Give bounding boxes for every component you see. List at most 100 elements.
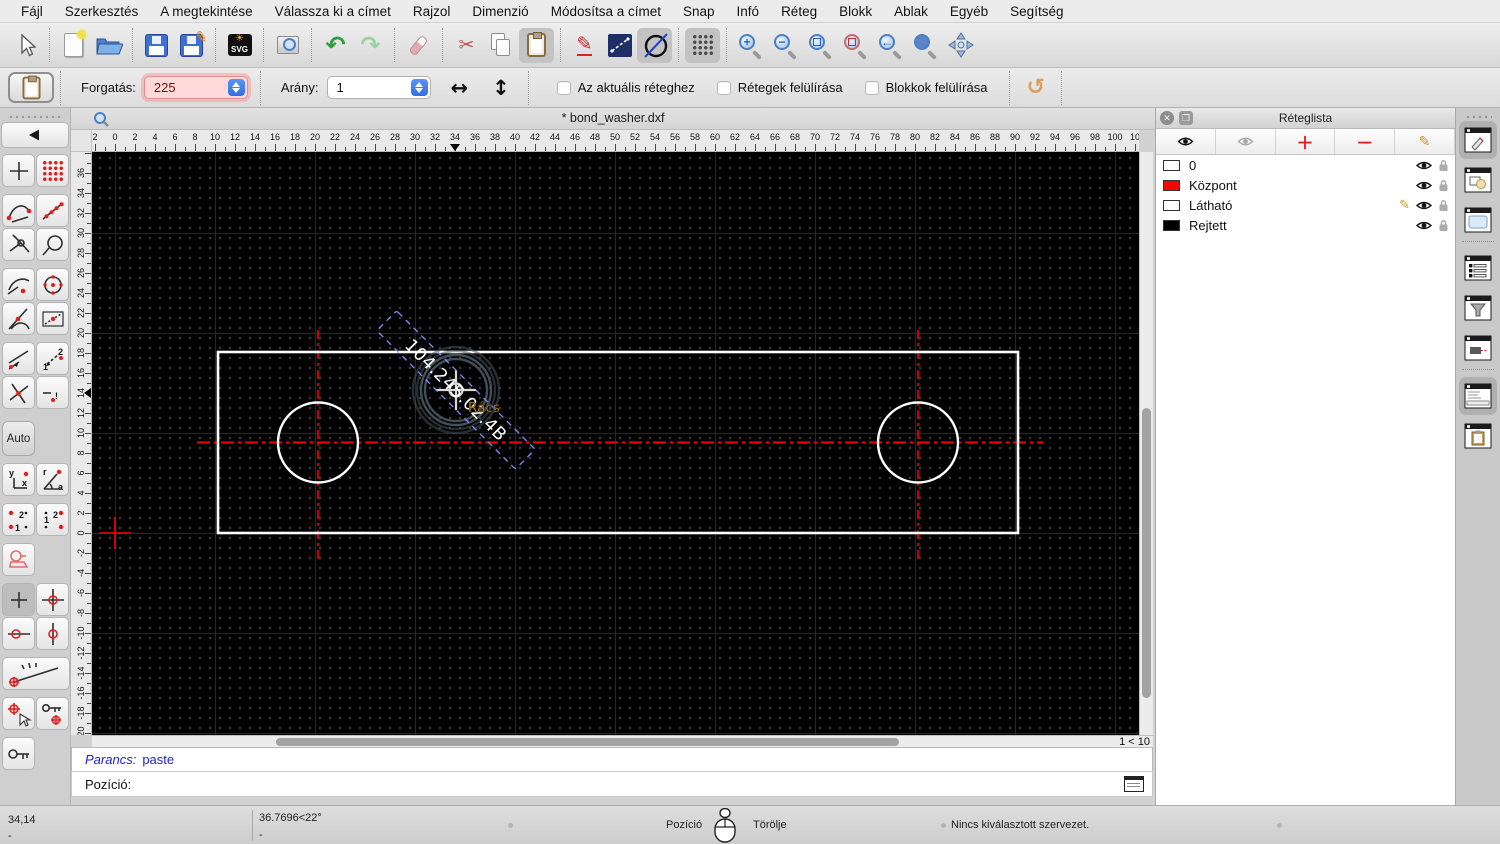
float-panel-icon[interactable]: ❐	[1179, 111, 1193, 125]
dock-command-widget-button[interactable]	[1459, 377, 1497, 415]
snap-arc-button[interactable]	[2, 268, 35, 301]
remove-layer-button[interactable]: －	[1335, 129, 1395, 154]
menu-item-blokk[interactable]: Blokk	[828, 4, 883, 19]
new-document-button[interactable]	[56, 28, 91, 63]
menu-item-fájl[interactable]: Fájl	[10, 4, 54, 19]
zoom-out-button[interactable]: −	[768, 28, 803, 63]
layer-color-swatch[interactable]	[1163, 200, 1180, 211]
layer-visible-icon[interactable]	[1416, 220, 1432, 231]
layer-visible-icon[interactable]	[1416, 180, 1432, 191]
restrict-vertical-button[interactable]	[36, 617, 69, 650]
checkbox-current-layer[interactable]: Az aktuális réteghez	[557, 80, 695, 95]
menu-item-snap[interactable]: Snap	[672, 4, 726, 19]
paste-button[interactable]	[519, 28, 554, 63]
layer-lock-icon[interactable]	[1438, 199, 1449, 212]
pencil-tool-button[interactable]: ✎	[567, 28, 602, 63]
layer-lock-icon[interactable]	[1438, 179, 1449, 192]
layer-row-rejtett[interactable]: Rejtett	[1156, 215, 1455, 235]
set-relative-zero-button[interactable]	[2, 697, 35, 730]
horizontal-scrollbar[interactable]	[92, 735, 1110, 747]
restrict-free-button[interactable]	[2, 583, 35, 616]
corner-snap-2-button[interactable]: 12	[36, 503, 69, 536]
export-svg-button[interactable]: SVG	[222, 28, 257, 63]
snap-center-button[interactable]	[36, 268, 69, 301]
menu-item-réteg[interactable]: Réteg	[770, 4, 828, 19]
flip-vertical-button[interactable]: ↕	[492, 76, 510, 100]
layer-visible-icon[interactable]	[1416, 160, 1432, 171]
line-tool-button[interactable]	[602, 28, 637, 63]
save-as-button[interactable]: ✎	[174, 28, 209, 63]
copy-button[interactable]	[484, 28, 519, 63]
checkbox-icon[interactable]	[865, 81, 879, 95]
checkbox-icon[interactable]	[717, 81, 731, 95]
print-preview-button[interactable]	[270, 28, 305, 63]
menu-item-szerkesztés[interactable]: Szerkesztés	[54, 4, 150, 19]
menu-item-egyéb[interactable]: Egyéb	[939, 4, 999, 19]
layer-row-0[interactable]: 0	[1156, 155, 1455, 175]
vertical-scrollbar[interactable]	[1139, 152, 1153, 735]
coordinate-absolute-button[interactable]: yx	[2, 463, 35, 496]
dock-drag-handle[interactable]	[1464, 111, 1492, 119]
scale-combo[interactable]: 1	[327, 76, 431, 99]
snap-auto-button[interactable]: Auto	[2, 421, 35, 456]
stepper-icon[interactable]	[411, 79, 428, 96]
back-button[interactable]	[1, 122, 69, 148]
snap-auto-distance-button[interactable]	[2, 342, 35, 375]
command-input-row[interactable]: Pozíció:	[71, 771, 1153, 797]
restrict-orthogonal-button[interactable]	[36, 583, 69, 616]
command-window-icon[interactable]	[1124, 776, 1144, 792]
layer-color-swatch[interactable]	[1163, 160, 1180, 171]
pointer-cursor-icon[interactable]	[8, 28, 43, 63]
delete-button[interactable]	[401, 28, 436, 63]
layer-lock-icon[interactable]	[1438, 159, 1449, 172]
zoom-previous-button[interactable]	[838, 28, 873, 63]
corner-snap-1-button[interactable]: 12	[2, 503, 35, 536]
layer-color-swatch[interactable]	[1163, 220, 1180, 231]
edit-layer-button[interactable]: ✎	[1395, 129, 1455, 154]
snap-middle-button[interactable]	[36, 302, 69, 335]
coordinate-polar-button[interactable]: ra	[36, 463, 69, 496]
snap-distance-button[interactable]: 12	[36, 342, 69, 375]
snap-on-entity-button[interactable]	[36, 194, 69, 227]
layer-visible-icon[interactable]	[1416, 200, 1432, 211]
cut-button[interactable]: ✂	[449, 28, 484, 63]
hide-all-layers-button[interactable]	[1216, 129, 1276, 154]
layer-row-központ[interactable]: Központ	[1156, 175, 1455, 195]
layer-row-látható[interactable]: Látható✎	[1156, 195, 1455, 215]
layer-lock-icon[interactable]	[1438, 219, 1449, 232]
menu-item-a-megtekintése[interactable]: A megtekintése	[149, 4, 263, 19]
paste-options-button[interactable]	[8, 72, 54, 103]
flip-horizontal-button[interactable]: ↔	[451, 76, 469, 100]
menu-item-módosítsa-a-címet[interactable]: Módosítsa a címet	[540, 4, 672, 19]
toolbar-drag-handle[interactable]	[6, 110, 64, 120]
checkbox-icon[interactable]	[557, 81, 571, 95]
snap-grid-button[interactable]	[36, 154, 69, 187]
restrict-nothing-button[interactable]	[2, 543, 35, 576]
snap-perpendicular-button[interactable]	[2, 228, 35, 261]
zoom-auto-button[interactable]	[803, 28, 838, 63]
menu-item-rajzol[interactable]: Rajzol	[402, 4, 462, 19]
stepper-icon[interactable]	[228, 79, 245, 96]
snap-intersection-button[interactable]	[2, 376, 35, 409]
snap-tangent-button[interactable]	[2, 302, 35, 335]
dock-pen-palette-button[interactable]	[1459, 329, 1497, 367]
drawing-canvas[interactable]: 104.245.02.4BRács	[92, 152, 1139, 735]
zoom-in-button[interactable]: +	[733, 28, 768, 63]
menu-item-infó[interactable]: Infó	[726, 4, 771, 19]
vertical-scrollbar-thumb[interactable]	[1142, 408, 1151, 698]
dock-block-list-button[interactable]	[1459, 161, 1497, 199]
menu-item-válassza-ki-a-címet[interactable]: Válassza ki a címet	[264, 4, 402, 19]
snap-intersection-manual-button[interactable]: !	[36, 376, 69, 409]
dock-library-browser-button[interactable]	[1459, 201, 1497, 239]
add-layer-button[interactable]: ＋	[1276, 129, 1336, 154]
lock-relative-zero-button[interactable]	[36, 697, 69, 730]
dock-layer-list-button[interactable]	[1459, 121, 1497, 159]
menu-item-ablak[interactable]: Ablak	[883, 4, 939, 19]
undo-action-button[interactable]: ↺	[1026, 75, 1044, 100]
show-all-layers-button[interactable]	[1156, 129, 1216, 154]
grid-toggle-button[interactable]	[685, 28, 720, 63]
checkbox-override-blocks[interactable]: Blokkok felülírása	[865, 80, 988, 95]
redo-button[interactable]: ↷	[353, 28, 388, 63]
snap-free-button[interactable]	[2, 154, 35, 187]
undo-button[interactable]: ↶	[318, 28, 353, 63]
